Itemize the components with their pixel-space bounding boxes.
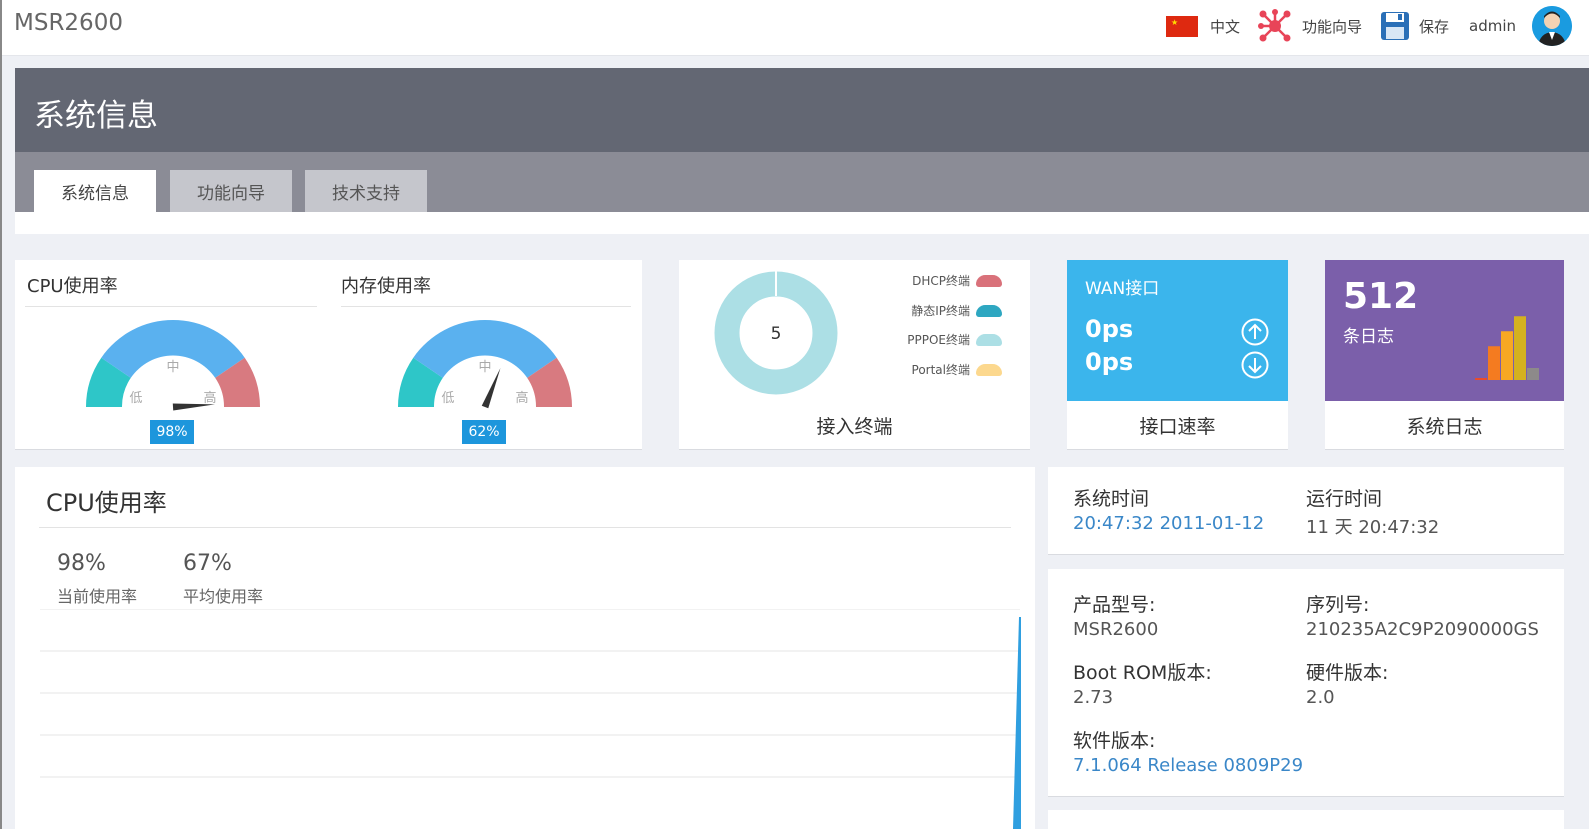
save-label: 保存 — [1419, 17, 1450, 36]
bootrom-label: Boot ROM版本: — [1073, 662, 1212, 684]
wan-rate-panel: WAN接口 0ps 0ps — [1067, 260, 1288, 401]
tab-content-strip — [15, 212, 1589, 234]
system-time-card: 系统时间 20:47:32 2011-01-12 运行时间 11 天 20:47… — [1048, 467, 1564, 555]
serial-value: 210235A2C9P2090000GS — [1306, 619, 1539, 640]
network-wizard-icon — [1258, 9, 1291, 42]
system-time-label: 系统时间 — [1073, 488, 1150, 510]
cpu-usage-line-chart — [40, 609, 1021, 829]
log-bar — [1488, 346, 1500, 380]
system-log-card[interactable]: 512 条日志 系统日志 — [1325, 260, 1564, 450]
current-usage-label: 当前使用率 — [57, 587, 138, 606]
system-time-value: 20:47:32 2011-01-12 — [1073, 513, 1265, 534]
model-label: 产品型号: — [1073, 594, 1156, 616]
log-bar — [1501, 331, 1513, 380]
average-usage-value: 67% — [183, 551, 232, 576]
terminal-count: 5 — [771, 324, 782, 344]
page-header: 系统信息 — [15, 68, 1589, 152]
hardware-label: 硬件版本: — [1306, 662, 1389, 684]
gauge-mid-label: 中 — [166, 360, 179, 375]
username: admin — [1469, 17, 1516, 35]
legend-pppoe: PPPOE终端 — [907, 331, 1002, 348]
wan-title: WAN接口 — [1085, 279, 1160, 299]
language-label: 中文 — [1210, 17, 1241, 36]
gauge-needle — [172, 403, 215, 411]
user-avatar-icon — [1532, 6, 1572, 46]
legend-swatch — [976, 363, 1002, 376]
model-value: MSR2600 — [1073, 619, 1159, 640]
arrow-up-icon — [1241, 318, 1269, 346]
hardware-value: 2.0 — [1306, 687, 1335, 708]
memory-gauge: 中 低 高 — [398, 319, 572, 409]
tab-function-wizard[interactable]: 功能向导 — [170, 170, 292, 212]
top-bar: MSR2600 ★ 中文 功能向导 保存 admin — [0, 0, 1589, 56]
legend-swatch — [976, 274, 1002, 287]
product-info-card: 产品型号: MSR2600 序列号: 210235A2C9P2090000GS … — [1048, 569, 1564, 797]
terminals-caption: 接入终端 — [679, 401, 1030, 449]
log-caption: 系统日志 — [1325, 401, 1564, 449]
log-panel: 512 条日志 — [1325, 260, 1564, 401]
tab-bar: 系统信息 功能向导 技术支持 — [15, 152, 1589, 212]
cpu-usage-series — [1013, 617, 1021, 829]
page-title: 系统信息 — [34, 98, 158, 134]
avatar[interactable] — [1532, 6, 1572, 46]
cpu-gauge-value: 98% — [150, 420, 194, 444]
divider — [39, 527, 1011, 528]
log-count: 512 — [1343, 276, 1419, 317]
tab-system-info[interactable]: 系统信息 — [34, 170, 156, 212]
log-bar-chart-icon — [1475, 316, 1539, 380]
bootrom-value: 2.73 — [1073, 687, 1114, 708]
divider — [25, 306, 317, 307]
legend-swatch — [976, 333, 1002, 346]
terminal-donut-chart: 5 — [714, 271, 838, 395]
language-switch[interactable]: ★ 中文 — [1166, 0, 1240, 52]
cpu-gauge-title: CPU使用率 — [27, 276, 118, 297]
gauge-high-label: 高 — [515, 390, 528, 406]
next-card — [1048, 810, 1564, 829]
arrow-down-icon — [1241, 351, 1269, 379]
divider — [341, 306, 631, 307]
uptime-value: 11 天 20:47:32 — [1306, 517, 1440, 538]
legend-portal: Portal终端 — [912, 361, 1002, 378]
wan-download-rate: 0ps — [1085, 348, 1134, 376]
terminals-card[interactable]: 5 DHCP终端 静态IP终端 PPPOE终端 Portal终端 接入终端 — [679, 260, 1030, 450]
uptime-label: 运行时间 — [1306, 488, 1383, 510]
cpu-panel-title: CPU使用率 — [46, 489, 167, 517]
gauge-mid-label: 中 — [478, 360, 491, 375]
wan-caption: 接口速率 — [1067, 401, 1288, 449]
log-bar — [1527, 368, 1539, 380]
gauge-low-label: 低 — [441, 391, 454, 406]
legend-swatch — [976, 304, 1002, 317]
brand-name: MSR2600 — [14, 10, 123, 36]
wizard-label: 功能向导 — [1302, 17, 1363, 36]
log-unit: 条日志 — [1343, 327, 1394, 347]
save-button[interactable]: 保存 — [1380, 0, 1449, 52]
gauge-high-label: 高 — [203, 390, 216, 406]
log-bar — [1514, 316, 1526, 380]
wan-rate-card[interactable]: WAN接口 0ps 0ps 接口速率 — [1067, 260, 1288, 450]
current-usage-value: 98% — [57, 551, 106, 576]
wizard-link[interactable]: 功能向导 — [1258, 0, 1362, 52]
save-floppy-icon — [1381, 12, 1409, 40]
log-bar — [1475, 378, 1487, 380]
wan-upload-rate: 0ps — [1085, 315, 1134, 343]
cpu-gauge: 中 低 高 — [86, 319, 260, 411]
memory-gauge-title: 内存使用率 — [341, 276, 431, 297]
usage-gauges-card: CPU使用率 内存使用率 中 低 高 98% 中 低 高 62% — [15, 260, 642, 450]
serial-label: 序列号: — [1306, 594, 1370, 616]
gauge-low-label: 低 — [129, 391, 142, 406]
cpu-usage-panel: CPU使用率 98% 当前使用率 67% 平均使用率 — [15, 467, 1035, 829]
user-menu[interactable]: admin — [1469, 0, 1572, 52]
tab-tech-support[interactable]: 技术支持 — [305, 170, 427, 212]
left-edge — [0, 0, 2, 829]
legend-dhcp: DHCP终端 — [912, 272, 1002, 289]
software-version-link[interactable]: 7.1.064 Release 0809P29 — [1073, 755, 1303, 776]
china-flag-icon: ★ — [1166, 15, 1198, 37]
legend-static-ip: 静态IP终端 — [911, 302, 1002, 319]
average-usage-label: 平均使用率 — [183, 587, 264, 606]
memory-gauge-value: 62% — [462, 420, 506, 444]
software-label: 软件版本: — [1073, 730, 1156, 752]
